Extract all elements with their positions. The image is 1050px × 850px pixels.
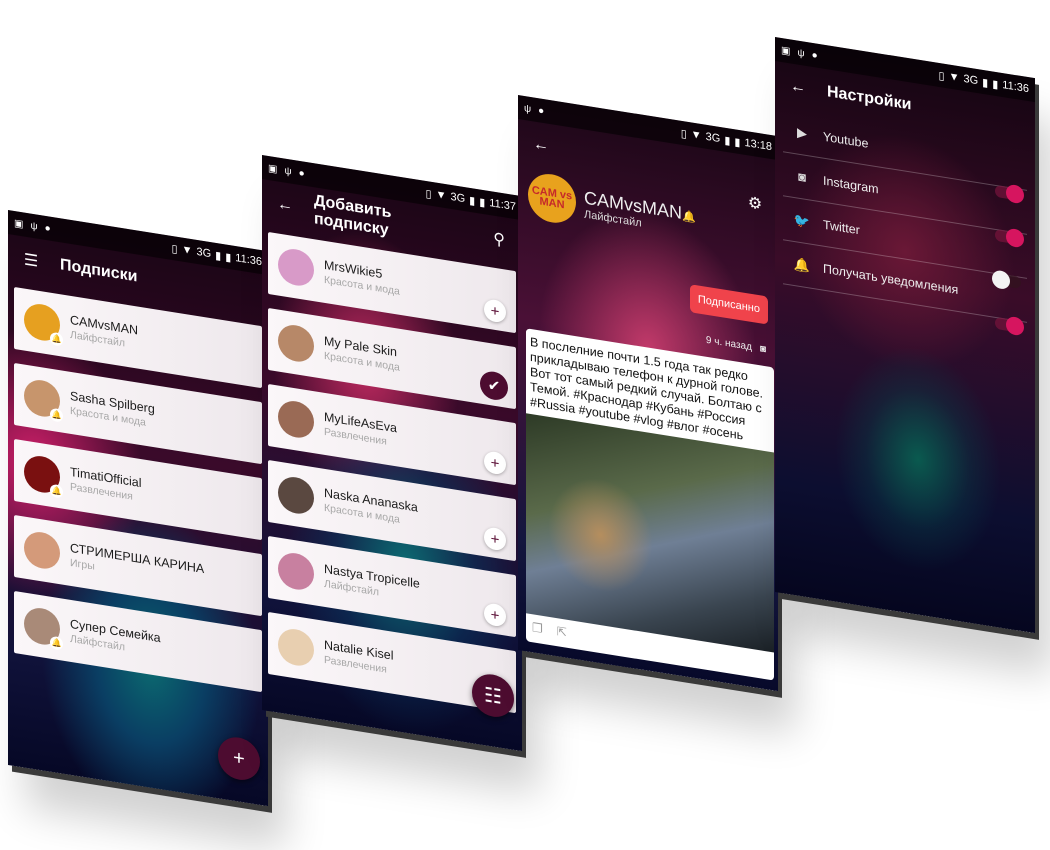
network-type: 3G [450,190,466,206]
image-notification-icon: ▣ [268,162,278,175]
avatar [278,550,314,593]
channel-screen: ψ ● ▯ ▼ 3G ▮ ▮ 13:18 ← ⚙ CAM vs MAN CAMvsMAN🔔 … [518,95,778,692]
android-icon: ● [44,222,51,235]
usb-icon: ψ [30,220,38,233]
back-arrow-icon[interactable]: ← [274,193,296,218]
add-button[interactable]: + [484,298,506,324]
copy-icon[interactable]: ❐ [532,620,543,636]
add-subscription-screen: ▣ ψ ● ▯ ▼ 3G ▮ ▮ 11:37 ← Добавить подписку ⚲ Mr… [262,155,522,752]
battery-icon: ▮ [479,195,486,209]
gear-icon[interactable]: ⚙ [744,191,766,216]
vibrate-icon: ▯ [938,69,945,83]
status-time: 13:18 [744,136,772,154]
signal-icon: ▮ [982,76,989,90]
avatar [278,626,314,669]
setting-label: Instagram [823,173,879,196]
post-time: 9 ч. назад [705,334,752,354]
battery-icon: ▮ [225,250,232,264]
add-button[interactable]: + [484,602,506,628]
channel-list: MrsWikie5 Красота и мода + My Pale Skin Кр… [262,225,522,714]
vibrate-icon: ▯ [680,127,687,141]
bell-icon: 🔔 [50,407,63,423]
setting-label: Получать уведомления [823,261,959,297]
subscription-list: 🔔 CAMvsMAN Лайфстайл 🔔 Sasha Spilberg Крас… [8,280,268,693]
settings-screen: ▣ ψ ● ▯ ▼ 3G ▮ ▮ 11:36 ← Настройки ▶ Youtube ◙ … [775,37,1035,634]
wifi-icon: ▼ [948,70,960,85]
post-meta: 9 ч. назад ◙ [706,335,766,356]
notifications-toggle[interactable] [995,315,1024,337]
youtube-icon: ▶ [797,123,807,141]
android-icon: ● [811,49,818,62]
vibrate-icon: ▯ [171,242,178,256]
instagram-icon: ◙ [759,343,766,356]
channel-avatar: CAM vs MAN [528,170,576,227]
avatar: 🔔 [24,377,63,423]
hamburger-menu-icon[interactable]: ☰ [20,248,42,273]
avatar: 🔔 [24,453,63,499]
add-subscription-button[interactable]: + [218,734,260,783]
page-title: Настройки [827,83,912,114]
wifi-icon: ▼ [435,188,447,203]
bell-icon: 🔔 [50,331,63,347]
post-image[interactable] [526,413,774,653]
usb-icon: ψ [284,165,292,178]
signal-icon: ▮ [724,134,731,148]
battery-icon: ▮ [734,135,741,149]
filter-sliders-icon: ☷ [484,683,502,709]
vibrate-icon: ▯ [425,187,432,201]
wifi-icon: ▼ [181,243,193,258]
battery-icon: ▮ [992,77,999,91]
usb-icon: ψ [797,47,805,60]
app-showcase: ▣ ψ ● ▯ ▼ 3G ▮ ▮ 11:36 ☰ Подписки 🔔 CAMvsMAN Лай… [0,0,1050,850]
status-time: 11:36 [235,251,262,269]
image-notification-icon: ▣ [14,217,24,230]
usb-icon: ψ [524,102,532,115]
avatar: 🔔 [24,301,63,347]
subscribed-check-button[interactable]: ✔ [480,369,508,402]
page-title: Подписки [60,256,138,286]
back-arrow-icon[interactable]: ← [530,133,552,158]
android-icon: ● [538,104,545,117]
open-external-icon[interactable]: ⇱ [557,624,567,640]
back-arrow-icon[interactable]: ← [787,75,809,100]
signal-icon: ▮ [469,194,476,208]
wifi-icon: ▼ [690,128,702,143]
bell-icon: 🔔 [50,483,63,499]
twitter-icon: 🐦 [793,211,811,230]
bell-icon: 🔔 [50,635,63,651]
network-type: 3G [705,130,721,146]
avatar [278,322,314,365]
status-time: 11:36 [1002,78,1029,96]
setting-label: Twitter [823,217,860,237]
avatar [24,529,60,572]
bell-icon: 🔔 [793,255,811,274]
network-type: 3G [196,245,212,261]
image-notification-icon: ▣ [781,44,791,57]
subscribed-button[interactable]: Подписанно [689,284,768,325]
avatar: 🔔 [24,605,63,651]
add-button[interactable]: + [484,526,506,552]
toggle-knob [1006,315,1024,337]
setting-label: Youtube [823,129,869,151]
android-icon: ● [298,167,305,180]
network-type: 3G [963,72,979,88]
avatar [278,474,314,517]
status-time: 11:37 [489,196,516,214]
instagram-icon: ◙ [798,168,806,185]
bell-icon[interactable]: 🔔 [682,209,696,223]
signal-icon: ▮ [215,249,222,263]
post-card[interactable]: В послелние почти 1.5 года так редко при… [526,328,774,681]
add-button[interactable]: + [484,450,506,476]
subscriptions-screen: ▣ ψ ● ▯ ▼ 3G ▮ ▮ 11:36 ☰ Подписки 🔔 CAMvsMAN Лай… [8,210,268,807]
avatar [278,246,314,289]
avatar [278,398,314,441]
search-icon[interactable]: ⚲ [488,227,510,252]
